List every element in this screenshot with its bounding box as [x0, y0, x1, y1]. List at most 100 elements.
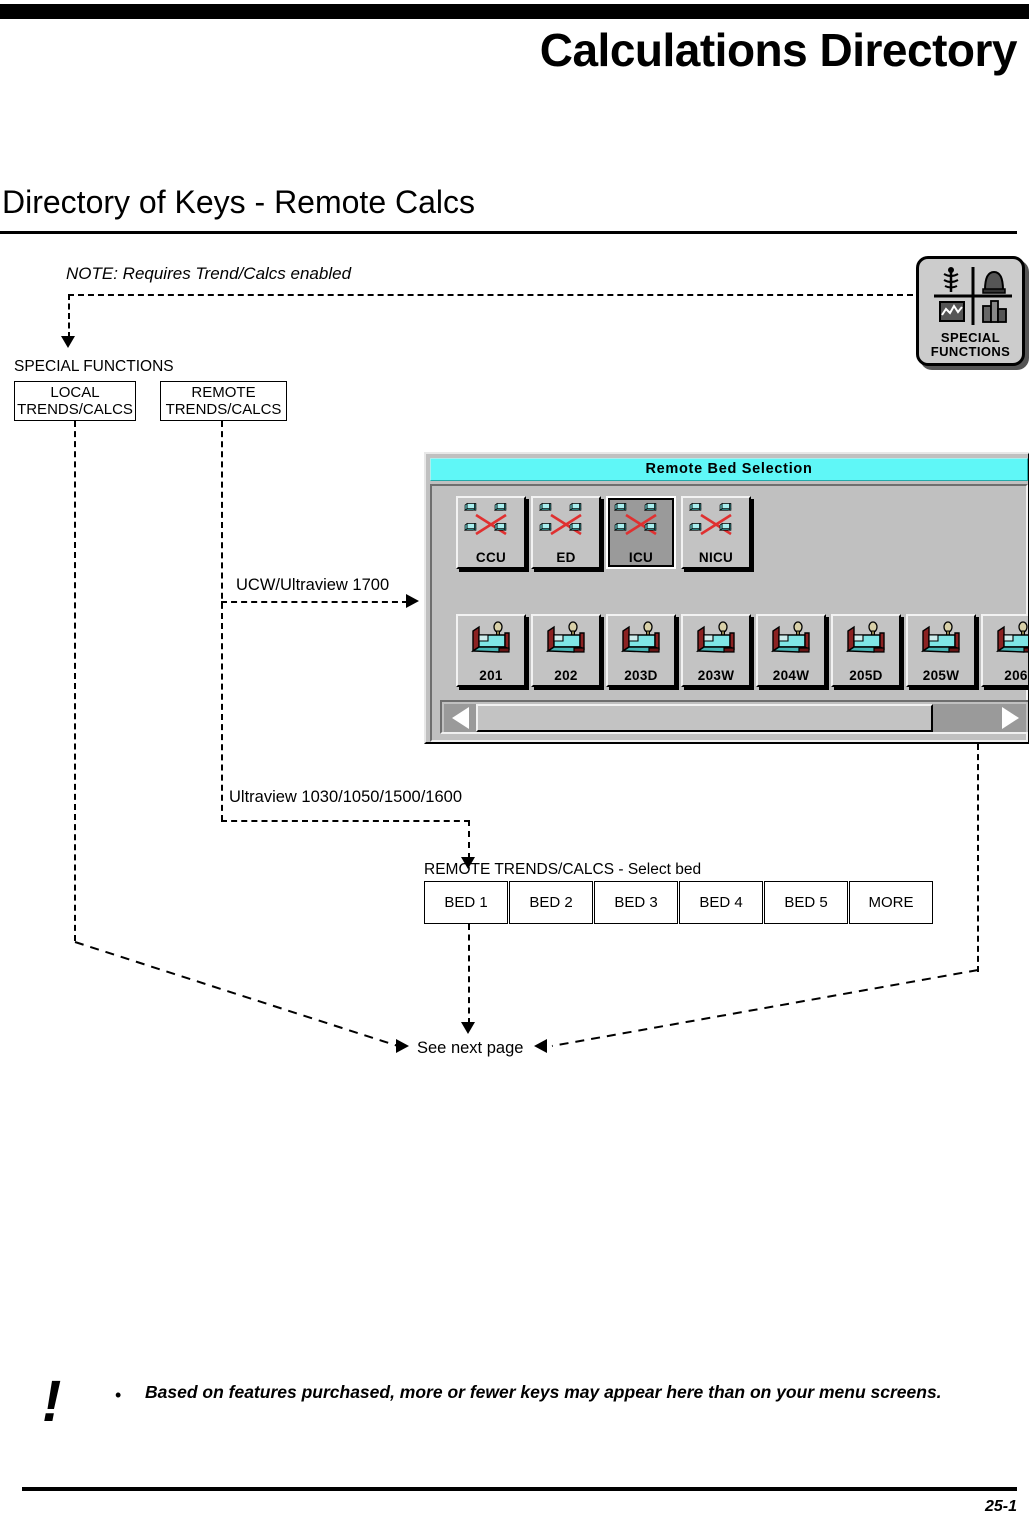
bed-icon-wrap: [608, 619, 674, 665]
dash-ultraview-branch-horizontal: [221, 820, 470, 822]
softkey-label: BED 5: [784, 894, 828, 911]
dash-note-vertical: [68, 294, 70, 338]
softkey-label: BED 3: [614, 894, 658, 911]
unit-network-icon-wrap: [608, 501, 674, 547]
bed-icon-wrap: [758, 619, 824, 665]
page-number: 25-1: [984, 1498, 1017, 1515]
bed-button-206[interactable]: 206: [981, 614, 1028, 687]
softkey-label: BED 4: [699, 894, 743, 911]
unit-network-icon-wrap: [533, 501, 599, 547]
bell-icon: [982, 270, 1006, 294]
softkey-bed-2[interactable]: BED 2: [509, 881, 593, 924]
dash-left-diagonal: [74, 941, 399, 1047]
footer-rule: [22, 1487, 1017, 1491]
softkey-label: BED 2: [529, 894, 573, 911]
bed-scrollbar[interactable]: [440, 700, 1028, 734]
unit-button-nicu[interactable]: NICU: [681, 496, 751, 569]
unit-network-icon: [613, 502, 657, 536]
softkey-bed-5[interactable]: BED 5: [764, 881, 848, 924]
softkey-bed-4[interactable]: BED 4: [679, 881, 763, 924]
header-black-bar: [0, 4, 1029, 19]
bed-icon: [995, 621, 1028, 653]
softkey-label: MORE: [868, 894, 914, 911]
label-ucw-ultraview-1700: UCW/Ultraview 1700: [236, 576, 390, 594]
special-functions-icon-grid: [931, 265, 1015, 327]
note-trend-calcs-enabled: NOTE: Requires Trend/Calcs enabled: [66, 264, 352, 283]
bed-icon: [620, 621, 660, 653]
softkey-label: BED 1: [444, 894, 488, 911]
dash-ucw-branch: [221, 601, 408, 603]
key-local-line2: TRENDS/CALCS: [17, 401, 133, 418]
footnote-bullet: •: [115, 1385, 122, 1405]
section-divider-rule: [0, 231, 1017, 234]
bed-button-label: 203W: [697, 668, 735, 683]
bed-button-204w[interactable]: 204W: [756, 614, 826, 687]
unit-button-icu[interactable]: ICU: [606, 496, 676, 569]
bed-button-label: 203D: [624, 668, 658, 683]
bed-button-205w[interactable]: 205W: [906, 614, 976, 687]
dash-ultraview-branch-vertical: [468, 820, 470, 859]
bed-icon: [470, 621, 510, 653]
unit-network-icon-wrap: [683, 501, 749, 547]
remote-bed-selection-title: Remote Bed Selection: [430, 458, 1028, 481]
remote-bed-selection-dialog: Remote Bed Selection CCU ED ICU NICU 201…: [424, 452, 1029, 744]
unit-button-label: NICU: [698, 550, 734, 565]
caduceus-icon: [943, 267, 959, 292]
remote-select-bed-caption: REMOTE TRENDS/CALCS - Select bed: [424, 861, 702, 878]
key-remote-line2: TRENDS/CALCS: [165, 401, 282, 418]
bed-button-203w[interactable]: 203W: [681, 614, 751, 687]
see-next-page-label: See next page: [417, 1039, 524, 1057]
softkey-bed-1[interactable]: BED 1: [424, 881, 508, 924]
bed-button-label: 204W: [772, 668, 810, 683]
key-remote-trends-calcs[interactable]: REMOTE TRENDS/CALCS: [160, 381, 287, 421]
bed-icon: [545, 621, 585, 653]
special-functions-key-label: SPECIAL FUNCTIONS: [919, 331, 1022, 359]
dash-right-diagonal: [551, 969, 979, 1047]
bed-button-203d[interactable]: 203D: [606, 614, 676, 687]
scrollbar-thumb[interactable]: [476, 704, 933, 732]
key-local-trends-calcs[interactable]: LOCAL TRENDS/CALCS: [14, 381, 136, 421]
unit-network-icon: [688, 502, 732, 536]
page-root: Calculations Directory Directory of Keys…: [0, 0, 1029, 1525]
unit-network-icon: [463, 502, 507, 536]
scroll-right-button[interactable]: [994, 704, 1026, 732]
bed-button-label: 205D: [849, 668, 883, 683]
dash-dialog-right-trunk: [977, 744, 979, 972]
special-functions-caption: SPECIAL FUNCTIONS: [14, 358, 174, 375]
buildings-icon: [982, 300, 1007, 323]
unit-button-ccu[interactable]: CCU: [456, 496, 526, 569]
scrollbar-track[interactable]: [476, 704, 996, 732]
scroll-right-icon: [1001, 707, 1019, 729]
footnote-text: Based on features purchased, more or few…: [145, 1382, 942, 1402]
softkey-bed-3[interactable]: BED 3: [594, 881, 678, 924]
special-functions-key[interactable]: SPECIAL FUNCTIONS: [916, 256, 1025, 366]
dash-local-trunk: [74, 421, 76, 941]
softkey-more[interactable]: MORE: [849, 881, 933, 924]
special-functions-glyphs: [934, 267, 1012, 325]
bed-button-label: 201: [479, 668, 503, 683]
bed-icon: [845, 621, 885, 653]
bed-button-201[interactable]: 201: [456, 614, 526, 687]
bed-icon-wrap: [908, 619, 974, 665]
special-functions-label-line1: SPECIAL: [940, 330, 1001, 345]
special-functions-label-line2: FUNCTIONS: [930, 344, 1011, 359]
bed-button-202[interactable]: 202: [531, 614, 601, 687]
scroll-left-icon: [451, 707, 469, 729]
scroll-left-button[interactable]: [444, 704, 476, 732]
arrow-left-to-next-page: [396, 1039, 409, 1053]
bed-button-label: 206: [1004, 668, 1028, 683]
bed-button-205d[interactable]: 205D: [831, 614, 901, 687]
label-ultraview-models: Ultraview 1030/1050/1500/1600: [229, 788, 463, 806]
bed-button-label: 205W: [922, 668, 960, 683]
unit-button-ed[interactable]: ED: [531, 496, 601, 569]
bed-icon-wrap: [458, 619, 524, 665]
section-title: Directory of Keys - Remote Calcs: [2, 184, 476, 220]
unit-network-icon: [538, 502, 582, 536]
bed-icon: [920, 621, 960, 653]
unit-network-icon-wrap: [458, 501, 524, 547]
trend-graph-icon: [939, 301, 965, 322]
bed-icon-wrap: [533, 619, 599, 665]
dash-remote-trunk: [221, 421, 223, 821]
bed-icon-wrap: [983, 619, 1028, 665]
bed-icon-wrap: [683, 619, 749, 665]
